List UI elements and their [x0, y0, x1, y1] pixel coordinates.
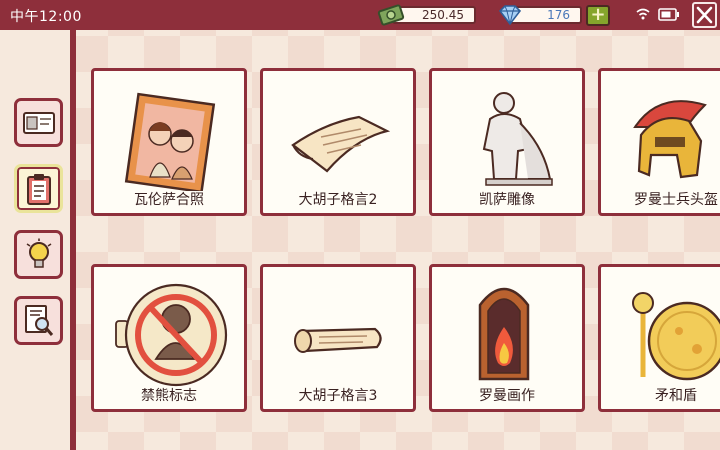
statue-icon: [482, 92, 553, 186]
item-card-helmet[interactable]: 罗曼士兵头盔: [598, 68, 720, 216]
item-card-photo[interactable]: 瓦伦萨合照: [91, 68, 247, 216]
fire-painting-icon: [478, 287, 530, 381]
item-card-painting[interactable]: 罗曼画作: [429, 264, 585, 412]
no-bear-sign-icon: [115, 283, 228, 387]
item-card-note-2[interactable]: 大胡子格言2: [260, 68, 416, 216]
item-label: 瓦伦萨合照: [134, 192, 204, 208]
spear-shield-icon: [632, 292, 720, 381]
wifi-icon: [636, 8, 650, 20]
item-label: 大胡子格言2: [298, 192, 378, 208]
item-card-spear-shield[interactable]: 矛和盾: [598, 264, 720, 412]
id-card-icon: [22, 111, 55, 134]
item-label: 矛和盾: [655, 388, 697, 404]
item-label: 罗曼画作: [479, 388, 535, 404]
add-gems-button[interactable]: +: [586, 5, 610, 26]
status-bar: 中午12:00 250.45 176 +: [0, 0, 720, 30]
item-card-no-bear[interactable]: 禁熊标志: [91, 264, 247, 412]
magnifier-document-icon: [24, 304, 53, 336]
item-card-statue[interactable]: 凯萨雕像: [429, 68, 585, 216]
clipboard-icon: [26, 173, 51, 205]
item-label: 禁熊标志: [141, 388, 197, 404]
scroll-icon: [294, 327, 382, 353]
close-button[interactable]: [692, 2, 717, 28]
lightbulb-icon: [26, 238, 51, 268]
tab-id-card[interactable]: [14, 98, 63, 147]
money-counter: 250.45: [377, 4, 476, 26]
money-icon: [377, 4, 405, 26]
roman-helmet-icon: [633, 100, 707, 179]
gem-counter: 176: [496, 3, 582, 27]
item-card-note-3[interactable]: 大胡子格言3: [260, 264, 416, 412]
item-label: 凯萨雕像: [479, 192, 535, 208]
clock: 中午12:00: [10, 9, 82, 25]
tab-search-notes[interactable]: [14, 296, 63, 345]
sidebar-divider: [70, 30, 76, 450]
gem-icon: [498, 5, 522, 26]
paper-note-icon: [291, 115, 391, 173]
tab-lightbulb[interactable]: [14, 230, 63, 279]
item-label: 大胡子格言3: [298, 388, 378, 404]
close-icon: [696, 6, 713, 24]
tab-clipboard[interactable]: [14, 164, 63, 213]
photo-frame-icon: [124, 92, 216, 191]
item-label: 罗曼士兵头盔: [634, 192, 718, 208]
battery-icon: [658, 8, 679, 21]
